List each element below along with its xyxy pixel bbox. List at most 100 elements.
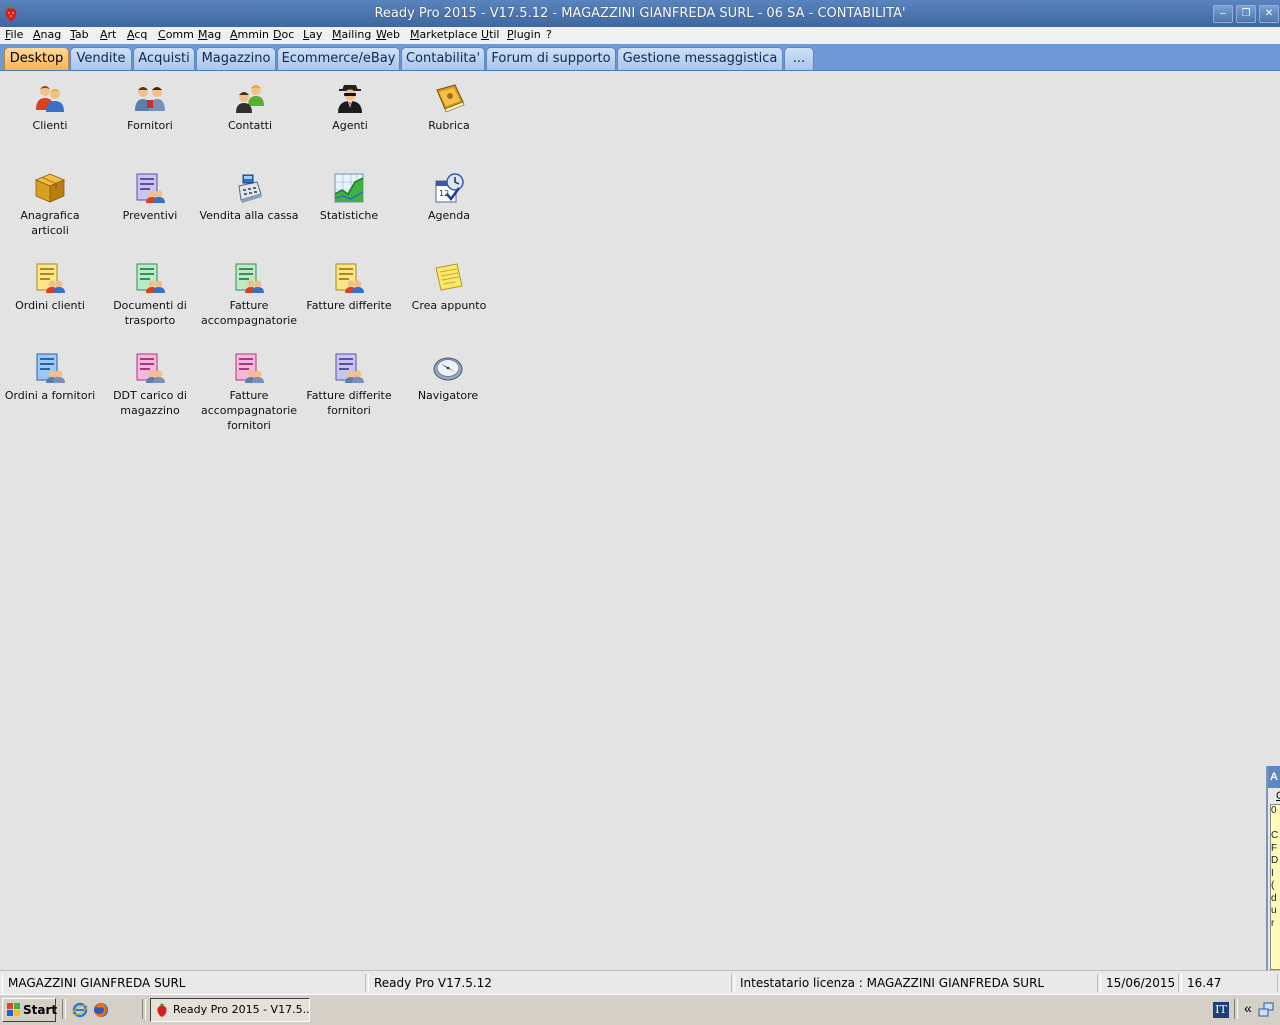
desktop-icon-contatti[interactable]: Contatti xyxy=(200,82,300,133)
desktop-icon-ddt-carico-di-magazzino[interactable]: DDT carico di magazzino xyxy=(100,352,200,418)
icon-label: Vendita alla cassa xyxy=(199,209,299,222)
desktop-icon-documenti-di-trasporto[interactable]: Documenti di trasporto xyxy=(100,262,200,328)
window-title: Ready Pro 2015 - V17.5.12 - MAGAZZINI GI… xyxy=(374,6,906,21)
menu-acq[interactable]: Acq xyxy=(127,28,147,41)
taskbar-separator xyxy=(142,999,146,1019)
desktop-icon-statistiche[interactable]: Statistiche xyxy=(299,172,399,223)
alerts-panel-tab[interactable]: G xyxy=(1276,790,1280,802)
desktop-icon-agenda[interactable]: 12 Agenda xyxy=(399,172,499,223)
close-button[interactable]: ✕ xyxy=(1259,5,1279,23)
desktop-icon-agenti[interactable]: Agenti xyxy=(300,82,400,133)
icon-label: Documenti di trasporto xyxy=(113,299,187,327)
start-button[interactable]: Start xyxy=(2,998,58,1022)
deferred-invoice-icon xyxy=(335,263,364,293)
desktop-icon-anagrafica-articoli[interactable]: Anagrafica articoli xyxy=(0,172,100,238)
status-date: 15/06/2015 xyxy=(1100,974,1179,992)
menu-tab[interactable]: Tab xyxy=(70,28,89,41)
desktop-icon-fatture-differite[interactable]: Fatture differite xyxy=(299,262,399,313)
minimize-button[interactable]: – xyxy=(1213,5,1233,23)
menu-file[interactable]: File xyxy=(5,28,23,41)
icon-label: Fatture accompagnatorie fornitori xyxy=(200,389,298,432)
accompanying-invoice-icon xyxy=(235,263,264,293)
desktop-icon-fornitori[interactable]: Fornitori xyxy=(100,82,200,133)
desktop-icon-fatture-accompagnatorie[interactable]: Fatture accompagnatorie xyxy=(199,262,299,328)
tab-bar: Desktop Vendite Acquisti Magazzino Ecomm… xyxy=(0,44,1280,71)
alerts-panel[interactable]: A G 0 C F D I ( d u r xyxy=(1266,766,1280,970)
restore-button[interactable]: ❐ xyxy=(1236,5,1256,23)
status-version: Ready Pro V17.5.12 xyxy=(368,974,732,992)
tab-forum-di-supporto[interactable]: Forum di supporto xyxy=(486,47,616,70)
icon-label: Fornitori xyxy=(127,119,173,132)
menu-ammin[interactable]: Ammin xyxy=(230,28,269,41)
icon-label: Statistiche xyxy=(319,209,379,222)
desktop-icon-crea-appunto[interactable]: Crea appunto xyxy=(399,262,499,313)
start-label: Start xyxy=(23,1003,58,1017)
tab-desktop[interactable]: Desktop xyxy=(4,47,69,70)
tab-contabilita[interactable]: Contabilita' xyxy=(401,47,485,70)
contacts-icon xyxy=(236,85,264,113)
warehouse-ddt-icon xyxy=(136,353,165,383)
quote-document-icon xyxy=(136,173,165,203)
icon-label: Ordini a fornitori xyxy=(4,389,96,402)
menu-help[interactable]: ? xyxy=(546,28,552,41)
internet-explorer-icon[interactable] xyxy=(72,1002,88,1018)
desktop-icon-fatture-accompagnatorie-fornitori[interactable]: Fatture accompagnatorie fornitori xyxy=(199,352,299,433)
menu-anag[interactable]: Anag xyxy=(33,28,61,41)
desktop-icon-ordini-a-fornitori[interactable]: Ordini a fornitori xyxy=(0,352,100,403)
box-icon xyxy=(34,173,66,203)
menu-mailing[interactable]: Mailing xyxy=(332,28,371,41)
menu-plugin[interactable]: Plugin xyxy=(507,28,541,41)
desktop-icon-clienti[interactable]: Clienti xyxy=(0,82,100,133)
desktop-icon-fatture-differite-fornitori[interactable]: Fatture differite fornitori xyxy=(299,352,399,418)
alerts-panel-text: 0 C F D I ( d u r xyxy=(1270,804,1280,970)
menu-mag[interactable]: Mag xyxy=(198,28,221,41)
desktop-icon-ordini-clienti[interactable]: Ordini clienti xyxy=(0,262,100,313)
menu-lay[interactable]: Lay xyxy=(303,28,322,41)
desktop-icon-preventivi[interactable]: Preventivi xyxy=(100,172,200,223)
agent-icon xyxy=(338,85,362,113)
status-license: Intestatario licenza : MAGAZZINI GIANFRE… xyxy=(734,974,1098,992)
icon-label: DDT carico di magazzino xyxy=(113,389,187,417)
icon-label: Agenti xyxy=(332,119,368,132)
tab-more[interactable]: ... xyxy=(784,47,814,70)
network-icon[interactable] xyxy=(1258,1002,1274,1018)
language-indicator[interactable]: IT xyxy=(1213,1002,1229,1018)
icon-label: Agenda xyxy=(428,209,470,222)
tab-vendite[interactable]: Vendite xyxy=(70,47,132,70)
menu-doc[interactable]: Doc xyxy=(273,28,294,41)
supplier-deferred-invoice-icon xyxy=(335,353,364,383)
desktop-icon-rubrica[interactable]: Rubrica xyxy=(399,82,499,133)
icon-label: Rubrica xyxy=(428,119,470,132)
menu-web[interactable]: Web xyxy=(376,28,400,41)
tab-ecommerce-ebay[interactable]: Ecommerce/eBay xyxy=(277,47,400,70)
alerts-panel-header: A xyxy=(1268,766,1280,788)
tab-gestione-messaggistica[interactable]: Gestione messaggistica xyxy=(617,47,783,70)
menu-art[interactable]: Art xyxy=(100,28,116,41)
taskbar-ready-pro[interactable]: Ready Pro 2015 - V17.5.... xyxy=(150,998,310,1022)
status-time: 16.47 xyxy=(1181,974,1278,992)
firefox-icon[interactable] xyxy=(93,1002,109,1018)
windows-logo-icon xyxy=(7,1003,20,1016)
menu-util[interactable]: Util xyxy=(481,28,500,41)
tab-magazzino[interactable]: Magazzino xyxy=(196,47,276,70)
supplier-accompanying-invoice-icon xyxy=(235,353,264,383)
desktop-icon-navigatore[interactable]: Navigatore xyxy=(398,352,498,403)
icon-label: Clienti xyxy=(32,119,68,132)
desktop-icon-vendita-alla-cassa[interactable]: Vendita alla cassa xyxy=(199,172,299,223)
tab-acquisti[interactable]: Acquisti xyxy=(133,47,195,70)
icon-label: Contatti xyxy=(227,119,273,132)
title-bar: Ready Pro 2015 - V17.5.12 - MAGAZZINI GI… xyxy=(0,0,1280,27)
menu-comm[interactable]: Comm xyxy=(158,28,194,41)
taskbar: Start Ready Pro 2015 - V17.5.... IT « xyxy=(0,994,1280,1025)
chart-icon xyxy=(334,173,364,203)
suppliers-icon xyxy=(135,87,165,111)
icon-label: Ordini clienti xyxy=(15,299,85,312)
icon-label: Fatture accompagnatorie xyxy=(200,299,298,327)
menu-bar: File Anag Tab Art Acq Comm Mag Ammin Doc… xyxy=(0,27,1280,44)
menu-marketplace[interactable]: Marketplace xyxy=(410,28,477,41)
tray-expand-button[interactable]: « xyxy=(1244,1000,1252,1016)
taskbar-separator xyxy=(62,999,66,1019)
customers-icon xyxy=(36,86,64,112)
note-icon xyxy=(435,263,463,291)
icon-label: Fatture differite fornitori xyxy=(306,389,392,417)
